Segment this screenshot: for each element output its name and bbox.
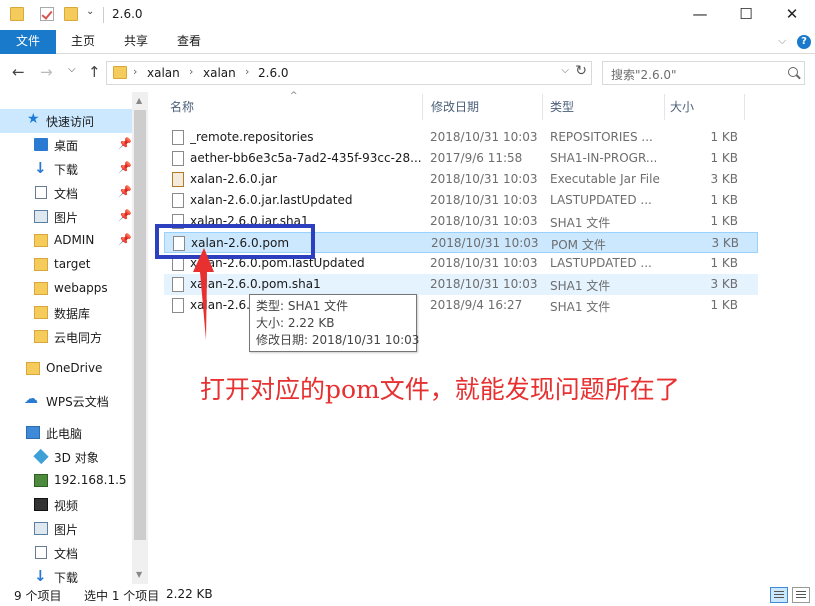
selected-count: 选中 1 个项目 [84, 589, 160, 603]
status-bar: 9 个项目 选中 1 个项目 2.22 KB [0, 584, 815, 606]
item-count: 9 个项目 [14, 589, 62, 603]
annotation-text: 打开对应的pom文件，就能发现问题所在了 [200, 375, 680, 404]
arrow-shape [193, 248, 214, 340]
large-icons-view-icon[interactable] [792, 587, 810, 603]
red-arrow-annotation [193, 248, 214, 340]
selected-size: 2.22 KB [166, 587, 213, 601]
details-view-icon[interactable] [770, 587, 788, 603]
